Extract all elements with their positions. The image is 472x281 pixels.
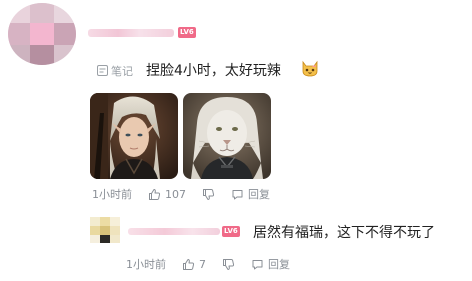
reply-commenter-username-blurred[interactable]	[128, 228, 220, 235]
thumbs-up-icon	[183, 258, 195, 270]
comment-meta-bar: 1小时前 107 回复	[92, 186, 286, 202]
chat-bubble-icon	[252, 259, 263, 269]
commenter-avatar[interactable]	[8, 3, 76, 65]
reply-level-badge: LV6	[222, 226, 240, 237]
level-badge: LV6	[178, 27, 196, 38]
thumbs-down-icon	[223, 258, 235, 270]
commenter-username-blurred[interactable]	[88, 29, 174, 37]
comment-time: 1小时前	[92, 188, 132, 201]
cat-face-icon	[302, 60, 318, 77]
like-count: 107	[165, 187, 186, 201]
reply-label: 回复	[248, 188, 270, 201]
thumbs-down-icon	[203, 188, 215, 200]
thumbs-up-icon	[149, 188, 161, 200]
reply-reply-label: 回复	[268, 258, 290, 271]
reply-reply-button[interactable]: 回复	[251, 256, 290, 272]
chat-bubble-icon	[232, 189, 243, 199]
reply-button[interactable]: 回复	[231, 186, 270, 202]
reply-commenter-avatar[interactable]	[90, 217, 120, 243]
photo-elf-character[interactable]	[90, 93, 178, 179]
reply-comment-time: 1小时前	[126, 258, 166, 271]
note-icon	[97, 65, 108, 76]
reply-like-count: 7	[199, 257, 206, 271]
reply-text-content: 居然有福瑞，这下不得不玩了	[253, 225, 435, 241]
note-tag[interactable]: 笔记	[96, 63, 133, 78]
dislike-button[interactable]	[202, 188, 215, 201]
note-tag-label: 笔记	[111, 64, 133, 78]
reply-dislike-button[interactable]	[222, 258, 235, 271]
reply-meta-bar: 1小时前 7 回复	[126, 256, 306, 272]
reply-like-button[interactable]: 7	[182, 258, 206, 271]
reply-text: 居然有福瑞，这下不得不玩了	[253, 222, 435, 242]
comment-text: 捏脸4小时，太好玩辣	[146, 60, 281, 80]
comment-text-content: 捏脸4小时，太好玩辣	[146, 63, 281, 79]
photo-lion-character[interactable]	[183, 93, 271, 179]
like-button[interactable]: 107	[148, 188, 186, 201]
